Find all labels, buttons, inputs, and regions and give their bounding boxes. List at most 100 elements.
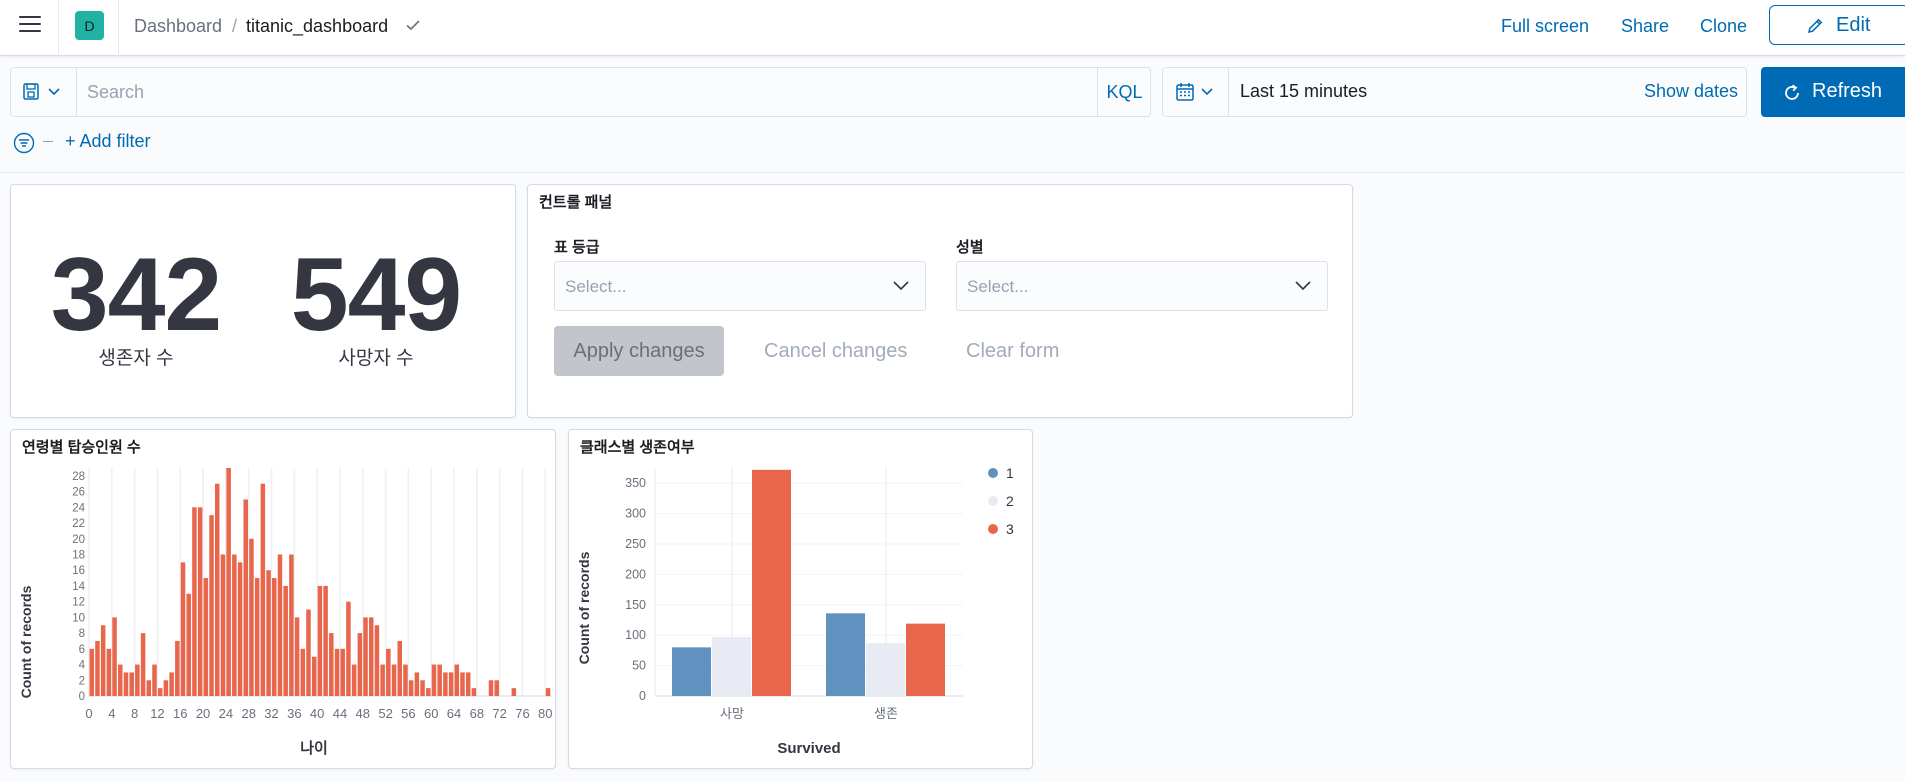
class-select[interactable]: Select... (554, 261, 926, 311)
histogram-bar[interactable] (494, 680, 499, 696)
histogram-bar[interactable] (414, 672, 420, 696)
breadcrumb-dashboard[interactable]: Dashboard (134, 15, 222, 37)
histogram-bar[interactable] (426, 688, 431, 696)
histogram-bar[interactable] (266, 570, 271, 696)
histogram-bar[interactable] (232, 554, 237, 696)
histogram-bar[interactable] (306, 609, 311, 696)
filter-options-icon[interactable] (13, 132, 35, 154)
histogram-bar[interactable] (374, 625, 380, 696)
full-screen-link[interactable]: Full screen (1501, 15, 1589, 37)
saved-query-button[interactable] (11, 68, 77, 116)
histogram-bar[interactable] (237, 562, 243, 696)
histogram-bar[interactable] (346, 601, 351, 696)
histogram-bar[interactable] (488, 680, 494, 696)
histogram-bar[interactable] (106, 648, 112, 696)
histogram-bar[interactable] (403, 664, 408, 696)
histogram-bar[interactable] (511, 688, 517, 696)
histogram-bar[interactable] (89, 648, 95, 696)
histogram-bar[interactable] (465, 672, 471, 696)
histogram-bar[interactable] (460, 672, 465, 696)
histogram-bar[interactable] (214, 483, 220, 696)
histogram-bar[interactable] (220, 554, 226, 696)
class-bar[interactable] (866, 643, 905, 696)
search-input[interactable] (87, 80, 977, 104)
legend-label[interactable]: 2 (1006, 493, 1014, 509)
histogram-bar[interactable] (254, 578, 260, 696)
quick-date-button[interactable] (1163, 68, 1229, 116)
histogram-bar[interactable] (294, 617, 300, 696)
histogram-bar[interactable] (272, 578, 277, 696)
histogram-bar[interactable] (140, 633, 146, 696)
edit-button[interactable]: Edit (1769, 5, 1905, 45)
histogram-bar[interactable] (437, 664, 442, 696)
add-filter-button[interactable]: + Add filter (65, 131, 151, 152)
legend-label[interactable]: 3 (1006, 521, 1014, 537)
histogram-bar[interactable] (408, 680, 414, 696)
histogram-bar[interactable] (180, 562, 186, 696)
histogram-bar[interactable] (357, 633, 363, 696)
histogram-bar[interactable] (135, 664, 140, 696)
histogram-bar[interactable] (112, 617, 117, 696)
histogram-bar[interactable] (391, 664, 397, 696)
class-bar[interactable] (826, 613, 865, 696)
histogram-bar[interactable] (186, 593, 191, 696)
histogram-bar[interactable] (260, 483, 266, 696)
histogram-bar[interactable] (277, 554, 283, 696)
histogram-bar[interactable] (420, 680, 425, 696)
histogram-bar[interactable] (289, 554, 294, 696)
histogram-bar[interactable] (169, 672, 174, 696)
histogram-bar[interactable] (334, 648, 340, 696)
histogram-bar[interactable] (123, 672, 129, 696)
histogram-bar[interactable] (363, 617, 368, 696)
histogram-bar[interactable] (192, 507, 197, 696)
histogram-bar[interactable] (283, 585, 288, 696)
menu-icon[interactable] (19, 16, 41, 34)
class-bar[interactable] (672, 647, 711, 696)
histogram-bar[interactable] (545, 688, 551, 696)
histogram-bar[interactable] (100, 625, 106, 696)
histogram-bar[interactable] (129, 672, 134, 696)
share-link[interactable]: Share (1621, 15, 1669, 37)
histogram-bar[interactable] (448, 672, 454, 696)
histogram-bar[interactable] (329, 633, 334, 696)
histogram-bar[interactable] (157, 688, 163, 696)
histogram-bar[interactable] (323, 585, 328, 696)
sex-select[interactable]: Select... (956, 261, 1328, 311)
histogram-bar[interactable] (175, 640, 180, 696)
cancel-changes-button[interactable]: Cancel changes (764, 340, 907, 363)
histogram-bar[interactable] (443, 672, 448, 696)
histogram-bar[interactable] (226, 468, 231, 696)
histogram-bar[interactable] (431, 664, 437, 696)
refresh-button[interactable]: Refresh (1761, 67, 1905, 117)
class-bar[interactable] (906, 623, 945, 696)
histogram-bar[interactable] (118, 664, 123, 696)
class-bar[interactable] (712, 637, 751, 696)
class-bar[interactable] (752, 469, 791, 696)
histogram-bar[interactable] (454, 664, 460, 696)
histogram-bar[interactable] (152, 664, 157, 696)
histogram-bar[interactable] (197, 507, 203, 696)
time-range-text[interactable]: Last 15 minutes (1240, 81, 1367, 102)
legend-swatch[interactable] (988, 524, 998, 534)
histogram-bar[interactable] (386, 648, 391, 696)
histogram-bar[interactable] (243, 499, 249, 696)
histogram-bar[interactable] (95, 640, 100, 696)
clear-form-button[interactable]: Clear form (966, 340, 1059, 363)
histogram-bar[interactable] (300, 648, 306, 696)
histogram-bar[interactable] (380, 664, 385, 696)
legend-swatch[interactable] (988, 468, 998, 478)
histogram-bar[interactable] (209, 515, 214, 696)
show-dates-link[interactable]: Show dates (1644, 81, 1738, 102)
histogram-bar[interactable] (311, 656, 317, 696)
histogram-bar[interactable] (146, 680, 152, 696)
apply-changes-button[interactable]: Apply changes (554, 326, 724, 376)
histogram-bar[interactable] (471, 688, 477, 696)
histogram-bar[interactable] (203, 578, 209, 696)
legend-swatch[interactable] (988, 496, 998, 506)
histogram-bar[interactable] (351, 664, 357, 696)
histogram-bar[interactable] (249, 538, 254, 696)
histogram-bar[interactable] (340, 648, 345, 696)
kql-language-button[interactable]: KQL (1097, 68, 1151, 116)
space-avatar[interactable]: D (75, 11, 104, 40)
histogram-bar[interactable] (163, 680, 169, 696)
